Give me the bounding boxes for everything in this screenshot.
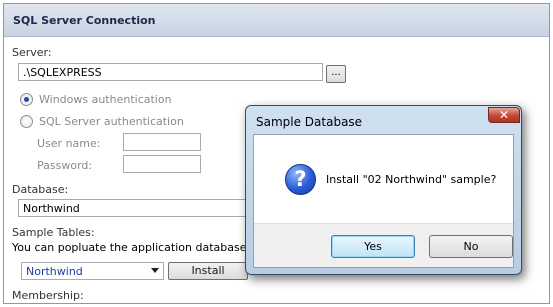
sample-select-value: Northwind bbox=[26, 265, 83, 278]
membership-label: Membership: bbox=[12, 289, 84, 302]
database-input[interactable]: Northwind bbox=[18, 199, 258, 217]
username-label: User name: bbox=[37, 137, 101, 150]
panel-title: SQL Server Connection bbox=[13, 14, 156, 27]
dialog-body: ? Install "02 Northwind" sample? Yes No bbox=[253, 134, 514, 268]
no-button[interactable]: No bbox=[429, 235, 513, 258]
username-input[interactable] bbox=[123, 133, 201, 151]
server-label: Server: bbox=[12, 46, 52, 59]
browse-server-button[interactable]: ... bbox=[326, 65, 346, 83]
password-label: Password: bbox=[37, 159, 93, 172]
panel-header: SQL Server Connection bbox=[4, 4, 549, 37]
sample-database-dialog: Sample Database ✕ ? Install "02 Northwin… bbox=[245, 105, 522, 275]
server-input[interactable]: .\SQLEXPRESS bbox=[18, 63, 323, 81]
database-label: Database: bbox=[12, 183, 69, 196]
sql-auth-label: SQL Server authentication bbox=[39, 115, 184, 128]
sample-tables-label: Sample Tables: bbox=[12, 226, 95, 239]
question-icon: ? bbox=[285, 164, 316, 195]
install-button[interactable]: Install bbox=[168, 262, 248, 280]
chevron-down-icon bbox=[151, 268, 159, 273]
windows-auth-label: Windows authentication bbox=[39, 93, 172, 106]
dialog-title: Sample Database bbox=[256, 115, 363, 129]
close-button[interactable]: ✕ bbox=[488, 107, 520, 123]
windows-auth-radio[interactable] bbox=[20, 93, 33, 106]
close-icon: ✕ bbox=[499, 108, 510, 122]
sample-select[interactable]: Northwind bbox=[21, 262, 164, 280]
password-input[interactable] bbox=[123, 155, 201, 173]
radio-selected-dot bbox=[24, 97, 29, 102]
yes-button[interactable]: Yes bbox=[331, 235, 415, 258]
dialog-footer: Yes No bbox=[254, 223, 513, 267]
dialog-message: Install "02 Northwind" sample? bbox=[326, 173, 497, 186]
sql-auth-radio[interactable] bbox=[20, 115, 33, 128]
sample-tables-hint: You can popluate the application databas… bbox=[12, 241, 274, 254]
